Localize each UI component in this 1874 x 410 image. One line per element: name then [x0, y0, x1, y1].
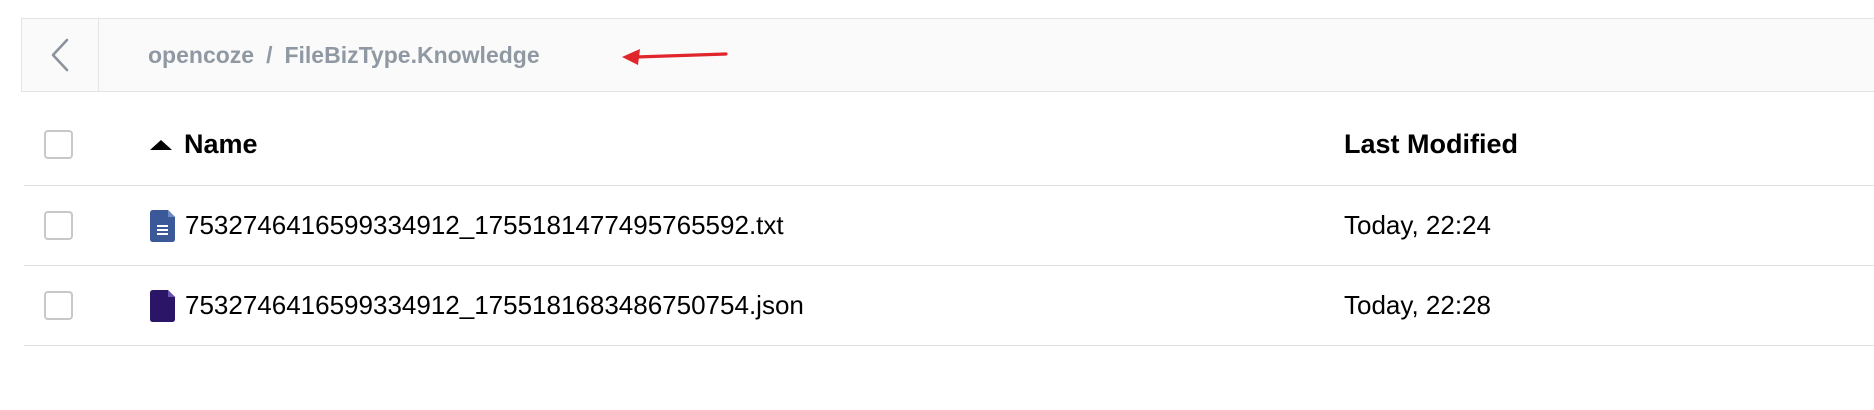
select-all-checkbox[interactable] [44, 130, 73, 159]
last-modified-column-label: Last Modified [1344, 129, 1518, 159]
sort-ascending-icon [150, 139, 172, 150]
file-name-cell[interactable]: 7532746416599334912_1755181683486750754.… [150, 266, 804, 345]
back-button[interactable] [22, 19, 99, 91]
last-modified-value: Today, 22:24 [1344, 210, 1491, 240]
breadcrumb-separator: / [266, 41, 273, 68]
last-modified-cell: Today, 22:24 [1344, 186, 1491, 265]
row-checkbox[interactable] [44, 291, 73, 320]
file-name: 7532746416599334912_1755181477495765592.… [185, 210, 784, 240]
name-column-label: Name [184, 129, 258, 159]
table-row[interactable]: 7532746416599334912_1755181477495765592.… [24, 186, 1874, 266]
file-table: Name Last Modified 7532746416599334912_1… [24, 104, 1874, 346]
name-column-header[interactable]: Name [150, 104, 258, 185]
table-row[interactable]: 7532746416599334912_1755181683486750754.… [24, 266, 1874, 346]
breadcrumb: opencoze / FileBizType.Knowledge [148, 19, 540, 91]
last-modified-value: Today, 22:28 [1344, 290, 1491, 320]
last-modified-column-header[interactable]: Last Modified [1344, 104, 1518, 185]
json-file-icon [150, 289, 175, 322]
file-name: 7532746416599334912_1755181683486750754.… [185, 290, 804, 320]
row-checkbox[interactable] [44, 211, 73, 240]
text-file-icon [150, 209, 175, 242]
file-name-cell[interactable]: 7532746416599334912_1755181477495765592.… [150, 186, 784, 265]
breadcrumb-root[interactable]: opencoze [148, 42, 254, 69]
top-bar: opencoze / FileBizType.Knowledge [21, 18, 1874, 92]
last-modified-cell: Today, 22:28 [1344, 266, 1491, 345]
chevron-left-icon [51, 38, 69, 72]
table-header: Name Last Modified [24, 104, 1874, 186]
breadcrumb-current: FileBizType.Knowledge [284, 41, 540, 68]
annotation-arrow-icon [622, 49, 728, 65]
